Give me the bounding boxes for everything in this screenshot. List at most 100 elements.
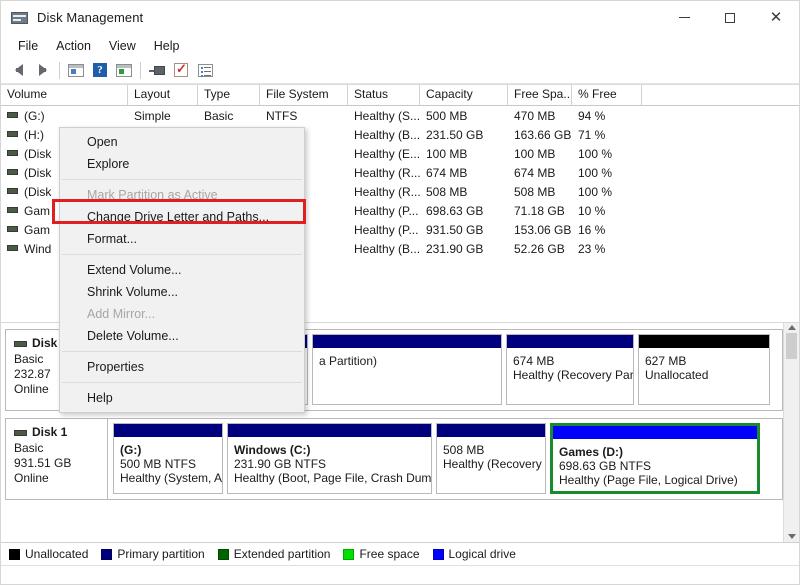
context-menu-item[interactable]: Extend Volume... bbox=[60, 259, 304, 281]
disk-type-label: Basic bbox=[14, 441, 107, 456]
volume-icon bbox=[7, 226, 18, 232]
partition-legend: Unallocated Primary partition Extended par… bbox=[1, 542, 799, 565]
disk-pane-scrollbar[interactable] bbox=[783, 323, 799, 542]
partition-size: 508 MB bbox=[443, 443, 540, 457]
disk-title: Disk 1 bbox=[14, 425, 107, 440]
scrollbar-thumb[interactable] bbox=[786, 333, 797, 359]
menu-file[interactable]: File bbox=[9, 36, 47, 56]
cell-volume-label: (Disk bbox=[24, 185, 51, 199]
cell-free-space: 163.66 GB bbox=[508, 128, 572, 142]
context-menu-item[interactable]: Properties bbox=[60, 356, 304, 378]
close-button[interactable]: ✕ bbox=[753, 1, 799, 34]
status-bar bbox=[1, 565, 799, 584]
partition-color-bar bbox=[437, 424, 545, 437]
volume-icon bbox=[7, 207, 18, 213]
cell-percent-free: 71 % bbox=[572, 128, 642, 142]
cell-layout: Simple bbox=[128, 109, 198, 123]
toolbar-separator-2 bbox=[140, 62, 141, 79]
scroll-down-icon[interactable] bbox=[788, 534, 796, 539]
back-button[interactable] bbox=[7, 59, 31, 81]
legend-label: Extended partition bbox=[234, 547, 331, 561]
partition-block[interactable]: Windows (C:)231.90 GB NTFSHealthy (Boot,… bbox=[227, 423, 432, 494]
partition-status: Healthy (System, A bbox=[120, 471, 217, 485]
rescan-disks-icon bbox=[149, 65, 165, 76]
cell-type: Basic bbox=[198, 109, 260, 123]
partition-size: 500 MB NTFS bbox=[120, 457, 217, 471]
menu-action[interactable]: Action bbox=[47, 36, 100, 56]
cell-volume-label: Gam bbox=[24, 223, 50, 237]
partition-block[interactable]: 627 MBUnallocated bbox=[638, 334, 770, 405]
column-header-volume[interactable]: Volume bbox=[1, 85, 128, 105]
cell-percent-free: 94 % bbox=[572, 109, 642, 123]
partition-block[interactable]: a Partition) bbox=[312, 334, 502, 405]
cell-free-space: 674 MB bbox=[508, 166, 572, 180]
context-menu-item[interactable]: Help bbox=[60, 387, 304, 409]
cell-capacity: 500 MB bbox=[420, 109, 508, 123]
details-view-button[interactable] bbox=[193, 59, 217, 81]
context-menu-item[interactable]: Shrink Volume... bbox=[60, 281, 304, 303]
partition-strip: (G:)500 MB NTFSHealthy (System, AWindows… bbox=[108, 419, 782, 499]
cell-free-space: 71.18 GB bbox=[508, 204, 572, 218]
column-header-file-system[interactable]: File System bbox=[260, 85, 348, 105]
scroll-up-icon[interactable] bbox=[788, 325, 796, 330]
column-header-capacity[interactable]: Capacity bbox=[420, 85, 508, 105]
context-menu-item[interactable]: Delete Volume... bbox=[60, 325, 304, 347]
disk-info-panel[interactable]: Disk 1Basic931.51 GBOnline bbox=[6, 419, 108, 499]
menu-view[interactable]: View bbox=[100, 36, 145, 56]
disk-management-window: Disk Management ✕ File Action View Help … bbox=[0, 0, 800, 585]
legend-label: Primary partition bbox=[117, 547, 204, 561]
partition-size: 627 MB bbox=[645, 354, 764, 368]
partition-details: (G:)500 MB NTFSHealthy (System, A bbox=[114, 437, 222, 493]
column-header-layout[interactable]: Layout bbox=[128, 85, 198, 105]
checkmark-icon bbox=[174, 63, 188, 77]
cell-percent-free: 100 % bbox=[572, 166, 642, 180]
cell-file-system: NTFS bbox=[260, 109, 348, 123]
partition-block[interactable]: 674 MBHealthy (Recovery Par bbox=[506, 334, 634, 405]
legend-item: Unallocated bbox=[9, 547, 88, 561]
column-header-type[interactable]: Type bbox=[198, 85, 260, 105]
cell-free-space: 100 MB bbox=[508, 147, 572, 161]
table-row[interactable]: (G:)SimpleBasicNTFSHealthy (S...500 MB47… bbox=[1, 106, 799, 125]
column-header-percent-free[interactable]: % Free bbox=[572, 85, 642, 105]
cell-status: Healthy (B... bbox=[348, 128, 420, 142]
volume-context-menu: OpenExploreMark Partition as ActiveChang… bbox=[59, 127, 305, 413]
partition-status: Healthy (Boot, Page File, Crash Dump, bbox=[234, 471, 426, 485]
help-button[interactable]: ? bbox=[88, 59, 112, 81]
legend-swatch bbox=[218, 549, 229, 560]
cell-capacity: 231.90 GB bbox=[420, 242, 508, 256]
context-menu-item[interactable]: Change Drive Letter and Paths... bbox=[60, 206, 304, 228]
cell-status: Healthy (P... bbox=[348, 204, 420, 218]
legend-label: Free space bbox=[359, 547, 419, 561]
show-hide-console-tree-button[interactable] bbox=[64, 59, 88, 81]
partition-status: Healthy (Recovery Par bbox=[513, 368, 628, 382]
disk-row: Disk 1Basic931.51 GBOnline(G:)500 MB NTF… bbox=[5, 418, 783, 500]
cell-status: Healthy (P... bbox=[348, 223, 420, 237]
maximize-button[interactable] bbox=[707, 1, 753, 34]
cell-capacity: 674 MB bbox=[420, 166, 508, 180]
show-hide-console-tree-icon bbox=[68, 64, 84, 77]
context-menu-item[interactable]: Format... bbox=[60, 228, 304, 250]
cell-capacity: 231.50 GB bbox=[420, 128, 508, 142]
cell-volume-label: (Disk bbox=[24, 166, 51, 180]
legend-item: Logical drive bbox=[433, 547, 516, 561]
context-menu-item[interactable]: Open bbox=[60, 131, 304, 153]
context-menu-item[interactable]: Explore bbox=[60, 153, 304, 175]
column-header-status[interactable]: Status bbox=[348, 85, 420, 105]
partition-color-bar bbox=[114, 424, 222, 437]
volume-table-header: Volume Layout Type File System Status Ca… bbox=[1, 84, 799, 106]
partition-block-selected[interactable]: Games (D:)698.63 GB NTFSHealthy (Page Fi… bbox=[550, 423, 760, 494]
partition-details: Windows (C:)231.90 GB NTFSHealthy (Boot,… bbox=[228, 437, 431, 493]
properties-button[interactable] bbox=[169, 59, 193, 81]
volume-icon bbox=[7, 150, 18, 156]
toolbar: ? bbox=[1, 57, 799, 84]
column-header-free-space[interactable]: Free Spa... bbox=[508, 85, 572, 105]
forward-button[interactable] bbox=[31, 59, 55, 81]
menu-help[interactable]: Help bbox=[145, 36, 189, 56]
toolbar-separator-1 bbox=[59, 62, 60, 79]
minimize-button[interactable] bbox=[661, 1, 707, 34]
show-action-pane-button[interactable] bbox=[112, 59, 136, 81]
partition-block[interactable]: 508 MBHealthy (Recovery bbox=[436, 423, 546, 494]
partition-block[interactable]: (G:)500 MB NTFSHealthy (System, A bbox=[113, 423, 223, 494]
rescan-disks-button[interactable] bbox=[145, 59, 169, 81]
partition-status: Healthy (Recovery bbox=[443, 457, 540, 471]
